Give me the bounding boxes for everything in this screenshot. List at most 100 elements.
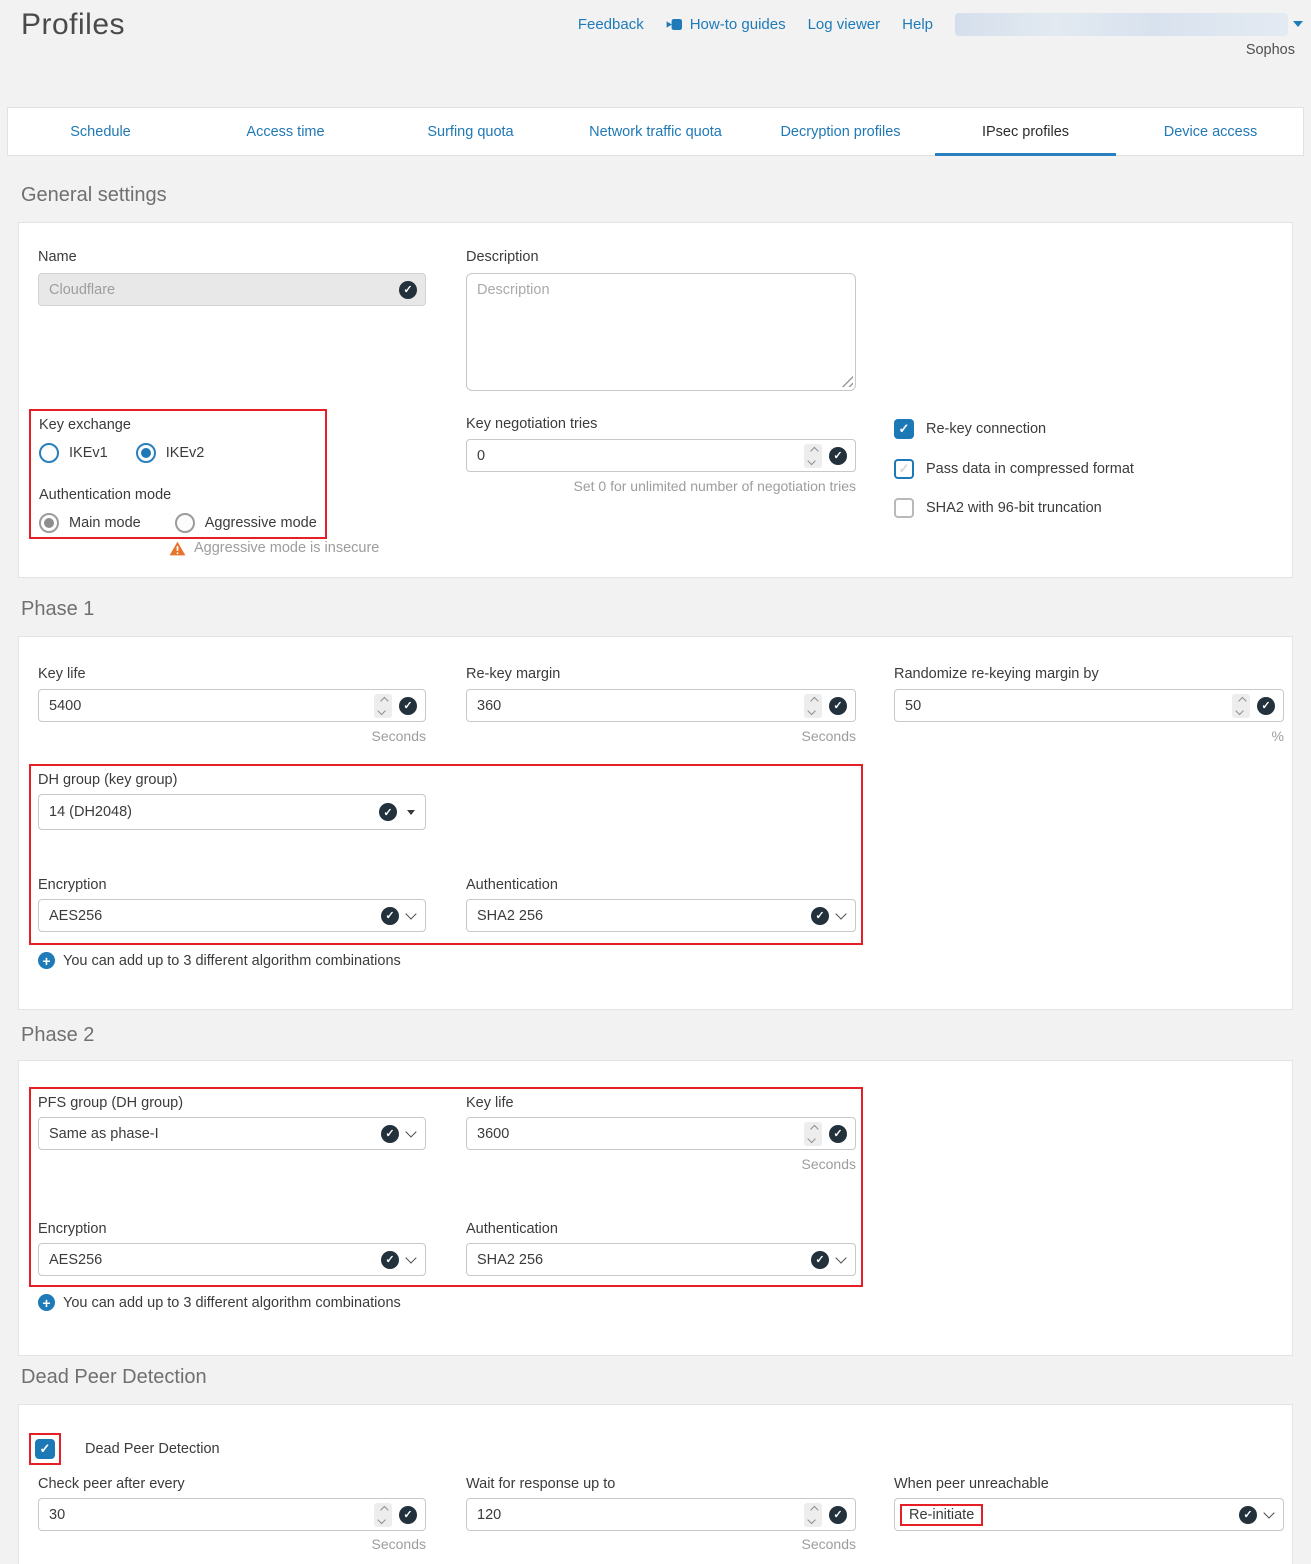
phase2-key-life-label: Key life [466,1095,514,1111]
dpd-checkbox[interactable]: ✓ [35,1439,55,1459]
check-peer-input[interactable] [49,1507,374,1523]
account-name-redacted[interactable] [955,13,1288,36]
tab-access-time[interactable]: Access time [193,108,378,155]
rekey-connection-checkbox[interactable]: ✓ [894,419,914,439]
number-stepper-icon[interactable] [804,694,822,718]
add-combination-row: + You can add up to 3 different algorith… [38,952,401,969]
caret-down-icon [407,810,415,815]
log-viewer-link[interactable]: Log viewer [808,16,881,33]
key-negotiation-tries-input[interactable] [477,448,804,464]
check-peer-field: ✓ [38,1498,426,1531]
phase2-authentication-label: Authentication [466,1221,558,1237]
sha2-truncation-label: SHA2 with 96-bit truncation [926,500,1102,516]
plus-circle-icon[interactable]: + [38,952,55,969]
check-circle-icon: ✓ [829,1506,847,1524]
phase2-key-life-input[interactable] [477,1126,804,1142]
plus-circle-icon[interactable]: + [38,1294,55,1311]
main-mode-radio[interactable] [39,513,59,533]
check-circle-icon: ✓ [829,447,847,465]
encryption-label: Encryption [38,877,107,893]
tab-surfing-quota[interactable]: Surfing quota [378,108,563,155]
key-exchange-radios: IKEv1 IKEv2 [39,443,204,463]
tab-ipsec-profiles[interactable]: IPsec profiles [933,108,1118,155]
add-combination-row: + You can add up to 3 different algorith… [38,1294,401,1311]
tab-device-access[interactable]: Device access [1118,108,1303,155]
rekey-margin-input[interactable] [477,698,804,714]
page-title: Profiles [21,8,125,42]
dh-group-value: 14 (DH2048) [49,804,379,820]
feedback-link[interactable]: Feedback [578,16,644,33]
randomize-margin-input[interactable] [905,698,1232,714]
rekey-connection-row: ✓ Re-key connection [894,419,1046,439]
authentication-mode-radios: Main mode Aggressive mode [39,513,317,533]
check-circle-icon: ✓ [811,1251,829,1269]
rekey-connection-label: Re-key connection [926,421,1046,437]
header-links: Feedback How-to guides Log viewer Help [578,12,1303,36]
rekey-margin-field: ✓ [466,689,856,722]
pfs-group-select[interactable]: Same as phase-I ✓ [38,1117,426,1150]
rekey-margin-label: Re-key margin [466,666,560,682]
number-stepper-icon[interactable] [804,1122,822,1146]
help-link[interactable]: Help [902,16,933,33]
check-circle-icon: ✓ [399,1506,417,1524]
warning-triangle-icon [169,541,186,556]
number-stepper-icon[interactable] [374,694,392,718]
dpd-enable-row: ✓ Dead Peer Detection [35,1439,220,1459]
phase2-authentication-value: SHA2 256 [477,1252,811,1268]
authentication-select[interactable]: SHA2 256 ✓ [466,899,856,932]
chevron-down-icon [405,1252,416,1263]
tab-network-traffic-quota[interactable]: Network traffic quota [563,108,748,155]
tab-decryption-profiles[interactable]: Decryption profiles [748,108,933,155]
key-negotiation-tries-field: ✓ [466,439,856,472]
tab-label: Network traffic quota [589,124,722,140]
tab-schedule[interactable]: Schedule [8,108,193,155]
peer-unreachable-select[interactable]: Re-initiate ✓ [894,1498,1284,1531]
chevron-down-icon [835,1252,846,1263]
number-stepper-icon[interactable] [804,444,822,468]
general-settings-heading: General settings [21,184,167,207]
randomize-margin-field: ✓ [894,689,1284,722]
howto-guides-link[interactable]: How-to guides [666,16,786,33]
compressed-format-label: Pass data in compressed format [926,461,1134,477]
brand-label: Sophos [1246,42,1295,58]
add-combination-note: You can add up to 3 different algorithm … [63,953,401,969]
ikev1-radio[interactable] [39,443,59,463]
phase2-authentication-select[interactable]: SHA2 256 ✓ [466,1243,856,1276]
description-textarea[interactable] [466,273,856,391]
randomize-margin-label: Randomize re-keying margin by [894,666,1099,682]
compressed-format-checkbox[interactable]: ✓ [894,459,914,479]
encryption-select[interactable]: AES256 ✓ [38,899,426,932]
check-circle-icon: ✓ [381,1251,399,1269]
help-label: Help [902,16,933,33]
pfs-group-value: Same as phase-I [49,1126,381,1142]
check-circle-icon: ✓ [381,907,399,925]
phase2-heading: Phase 2 [21,1024,94,1047]
key-life-input[interactable] [49,698,374,714]
phase2-encryption-select[interactable]: AES256 ✓ [38,1243,426,1276]
aggressive-warning-text: Aggressive mode is insecure [194,540,379,556]
key-life-unit: Seconds [38,728,426,744]
sha2-truncation-checkbox[interactable] [894,498,914,518]
caret-down-icon[interactable] [1293,21,1303,27]
number-stepper-icon[interactable] [374,1503,392,1527]
check-circle-icon: ✓ [811,907,829,925]
compressed-format-row: ✓ Pass data in compressed format [894,459,1134,479]
account-selector[interactable] [955,13,1303,36]
dh-group-select[interactable]: 14 (DH2048) ✓ [38,794,426,830]
aggressive-mode-radio[interactable] [175,513,195,533]
wait-response-input[interactable] [477,1507,804,1523]
general-settings-card: Name ✓ Description Key exchange IKEv1 IK… [18,222,1293,578]
encryption-value: AES256 [49,908,381,924]
name-label: Name [38,249,77,265]
chevron-down-icon [405,908,416,919]
main-mode-label: Main mode [69,515,141,531]
tab-label: Access time [246,124,324,140]
check-circle-icon: ✓ [829,1125,847,1143]
pfs-group-label: PFS group (DH group) [38,1095,183,1111]
ikev2-radio[interactable] [136,443,156,463]
number-stepper-icon[interactable] [804,1503,822,1527]
wait-response-unit: Seconds [466,1536,856,1552]
phase1-card: Key life ✓ Seconds Re-key margin ✓ Secon… [18,636,1293,1010]
aggressive-mode-warning: Aggressive mode is insecure [169,540,379,556]
number-stepper-icon[interactable] [1232,694,1250,718]
